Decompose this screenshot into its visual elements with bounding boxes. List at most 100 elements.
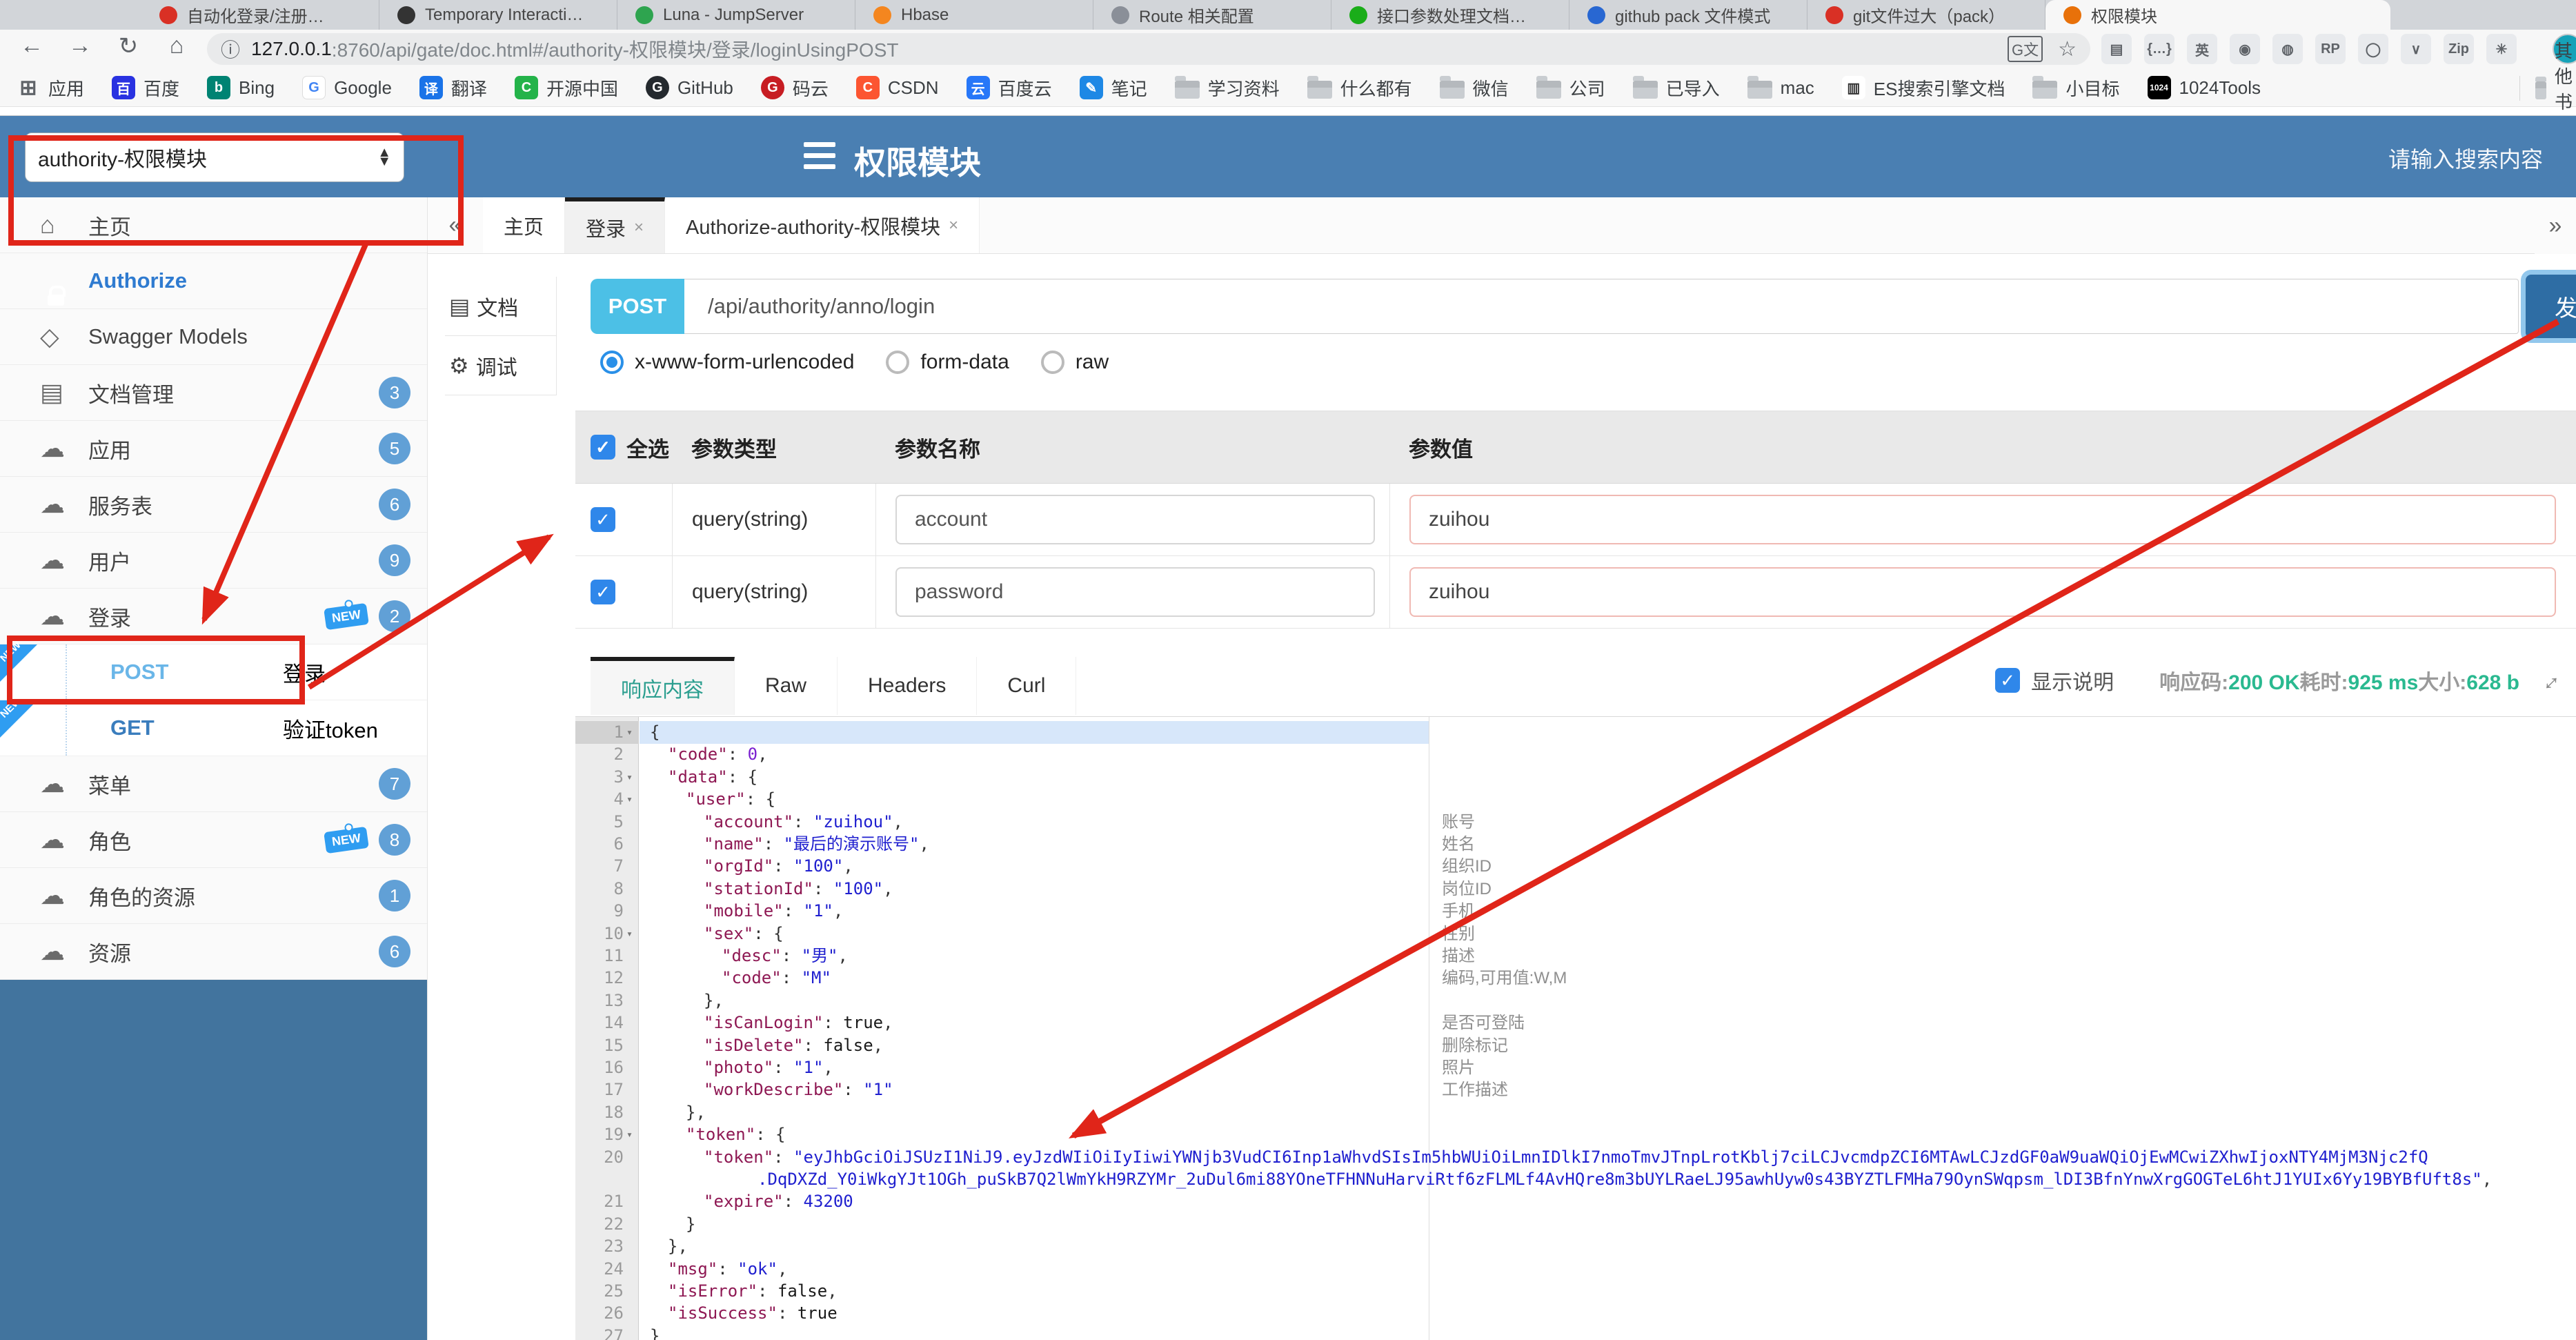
resp-tab-Raw[interactable]: Raw	[735, 657, 838, 715]
tabs-expand-button[interactable]: »	[2535, 197, 2576, 254]
bookmark-item[interactable]: 公司	[1536, 75, 1605, 101]
close-icon[interactable]: ×	[949, 216, 958, 235]
fullscreen-icon[interactable]: ↔	[2531, 662, 2567, 698]
extension-icon[interactable]: ◍	[2272, 34, 2303, 64]
doc-tab-Authorize-authority-权限模块[interactable]: Authorize-authority-权限模块 ×	[665, 197, 980, 253]
show-desc-toggle[interactable]: ✓ 显示说明	[1995, 665, 2114, 696]
header-search-input[interactable]: 请输入搜索内容	[2388, 142, 2543, 174]
bookmark-item[interactable]: C 开源中国	[514, 75, 618, 101]
param-name-input[interactable]: account	[895, 495, 1375, 544]
sidebar-item-Swagger Models[interactable]: ◇ Swagger Models	[0, 309, 427, 365]
tabs-collapse-button[interactable]: «	[428, 197, 483, 253]
extension-icon[interactable]: ◉	[2230, 34, 2260, 64]
collapse-caret-icon[interactable]: ▾	[626, 721, 633, 744]
bookmark-other[interactable]: 其他书签	[2519, 41, 2576, 138]
radio-raw[interactable]: raw	[1040, 351, 1109, 374]
radio-icon[interactable]	[886, 351, 910, 374]
bookmark-item[interactable]: C CSDN	[855, 76, 939, 99]
sidebar-item-文档管理[interactable]: ▤ 文档管理 3	[0, 365, 427, 421]
sidebar-item-角色[interactable]: ☁ 角色 NEW 8	[0, 812, 427, 868]
bookmark-item[interactable]: 译翻译	[419, 75, 487, 101]
close-icon[interactable]: ×	[634, 218, 644, 237]
bookmark-item[interactable]: ▥ ES搜索引擎文档	[1841, 75, 2005, 101]
row-checkbox[interactable]: ✓	[591, 580, 615, 604]
reload-icon[interactable]: ↻	[112, 32, 145, 60]
sidebar-item-Authorize[interactable]: Authorize	[0, 253, 427, 309]
bookmark-item[interactable]: 微信	[1439, 75, 1509, 101]
bookmark-item[interactable]: 百百度	[112, 75, 179, 101]
request-path-field[interactable]: /api/authority/anno/login	[684, 279, 2519, 334]
extension-icon[interactable]: RP	[2315, 34, 2346, 64]
collapse-caret-icon[interactable]: ▾	[626, 788, 633, 811]
hamburger-icon[interactable]	[804, 142, 835, 171]
forward-icon[interactable]: →	[63, 32, 97, 59]
subnav-调试[interactable]: ⚙ 调试	[445, 336, 557, 395]
doc-tab-主页[interactable]: 主页	[483, 197, 566, 253]
browser-tab[interactable]: 接口参数处理文档…	[1331, 0, 1569, 30]
collapse-caret-icon[interactable]: ▾	[626, 1123, 633, 1146]
bookmark-item[interactable]: G 码云	[760, 75, 829, 101]
bookmark-item[interactable]: mac	[1747, 76, 1814, 99]
extension-icon[interactable]: 英	[2187, 34, 2217, 64]
sidebar-item-资源[interactable]: ☁ 资源 6	[0, 924, 427, 980]
param-name-input[interactable]: password	[895, 567, 1375, 617]
bookmark-item[interactable]: 已导入	[1632, 75, 1720, 101]
extension-icon[interactable]: ▤	[2101, 34, 2132, 64]
browser-tab[interactable]: Hbase	[855, 0, 1093, 30]
select-all-checkbox[interactable]: ✓	[591, 435, 615, 460]
radio-form-data[interactable]: form-data	[886, 351, 1009, 374]
sidebar-item-菜单[interactable]: ☁ 菜单 7	[0, 756, 427, 812]
bookmark-item[interactable]: 学习资料	[1174, 75, 1280, 101]
translate-icon[interactable]: G文	[2007, 36, 2043, 62]
browser-tab[interactable]: 权限模块	[2045, 0, 2390, 30]
browser-tab[interactable]: Route 相关配置	[1093, 0, 1331, 30]
json-response-viewer[interactable]: 1 ▾{2 "code": 0, 3 ▾ "data": {4 ▾ "user": {5 "ac…	[575, 716, 2576, 1340]
browser-tab[interactable]: Luna - JumpServer	[617, 0, 855, 30]
extension-icon[interactable]: ◯	[2358, 34, 2388, 64]
sidebar-endpoint-get[interactable]: NEW GET 验证token	[0, 695, 427, 756]
bookmark-item[interactable]: 1024 1024Tools	[2147, 76, 2261, 99]
show-desc-checkbox[interactable]: ✓	[1995, 668, 2021, 693]
bookmark-item[interactable]: G GitHub	[645, 76, 733, 99]
bookmark-item[interactable]: b Bing	[207, 76, 275, 99]
bookmark-star-icon[interactable]: ☆	[2058, 37, 2077, 61]
sidebar-item-主页[interactable]: ⌂ 主页	[0, 197, 427, 253]
address-bar[interactable]: ⓘ 127.0.0.1:8760/api/gate/doc.html#/auth…	[207, 33, 2090, 65]
send-button[interactable]: 发送	[2526, 275, 2576, 338]
bookmark-item[interactable]: G Google	[302, 76, 392, 99]
browser-tab[interactable]: Temporary Interacti…	[379, 0, 617, 30]
sidebar-endpoint-post[interactable]: NEW POST 登录	[0, 639, 427, 700]
bookmark-item[interactable]: ✎ 笔记	[1079, 75, 1147, 101]
collapse-caret-icon[interactable]: ▾	[626, 766, 633, 789]
sidebar-item-服务表[interactable]: ☁ 服务表 6	[0, 477, 427, 533]
browser-tab[interactable]: github pack 文件模式	[1569, 0, 1807, 30]
radio-x-www-form-urlencoded[interactable]: x-www-form-urlencoded	[600, 351, 854, 374]
row-checkbox[interactable]: ✓	[591, 507, 615, 532]
bookmark-item[interactable]: ⊞ 应用	[17, 75, 84, 101]
resp-tab-响应内容[interactable]: 响应内容	[591, 657, 735, 715]
doc-tab-登录[interactable]: 登录 ×	[565, 197, 666, 253]
page-info-icon[interactable]: ⓘ	[221, 35, 240, 63]
browser-tab[interactable]: 自动化登录/注册…	[141, 0, 379, 30]
bookmark-item[interactable]: 什么都有	[1307, 75, 1412, 101]
resp-tab-Headers[interactable]: Headers	[838, 657, 978, 715]
browser-tab[interactable]: git文件过大（pack）	[1807, 0, 2045, 30]
sidebar-item-应用[interactable]: ☁ 应用 5	[0, 421, 427, 477]
extension-icon[interactable]: {…}	[2144, 34, 2174, 64]
extension-icon[interactable]: ∨	[2401, 34, 2431, 64]
param-value-input[interactable]: zuihou	[1409, 567, 2556, 617]
module-select[interactable]: authority-权限模块 ▲ ▼	[25, 132, 404, 182]
extension-icon[interactable]: ✳	[2486, 34, 2517, 64]
back-icon[interactable]: ←	[15, 32, 48, 59]
sidebar-item-用户[interactable]: ☁ 用户 9	[0, 533, 427, 589]
bookmark-item[interactable]: 云百度云	[966, 75, 1052, 101]
collapse-caret-icon[interactable]: ▾	[626, 923, 633, 945]
radio-icon[interactable]	[1040, 351, 1064, 374]
extension-icon[interactable]: Zip	[2444, 34, 2474, 64]
radio-icon[interactable]	[600, 351, 624, 374]
resp-tab-Curl[interactable]: Curl	[977, 657, 1077, 715]
home-icon[interactable]: ⌂	[160, 32, 193, 59]
param-value-input[interactable]: zuihou	[1409, 495, 2556, 544]
sidebar-item-登录[interactable]: ☁ 登录 NEW 2	[0, 589, 427, 644]
sidebar-item-角色的资源[interactable]: ☁ 角色的资源 1	[0, 868, 427, 924]
